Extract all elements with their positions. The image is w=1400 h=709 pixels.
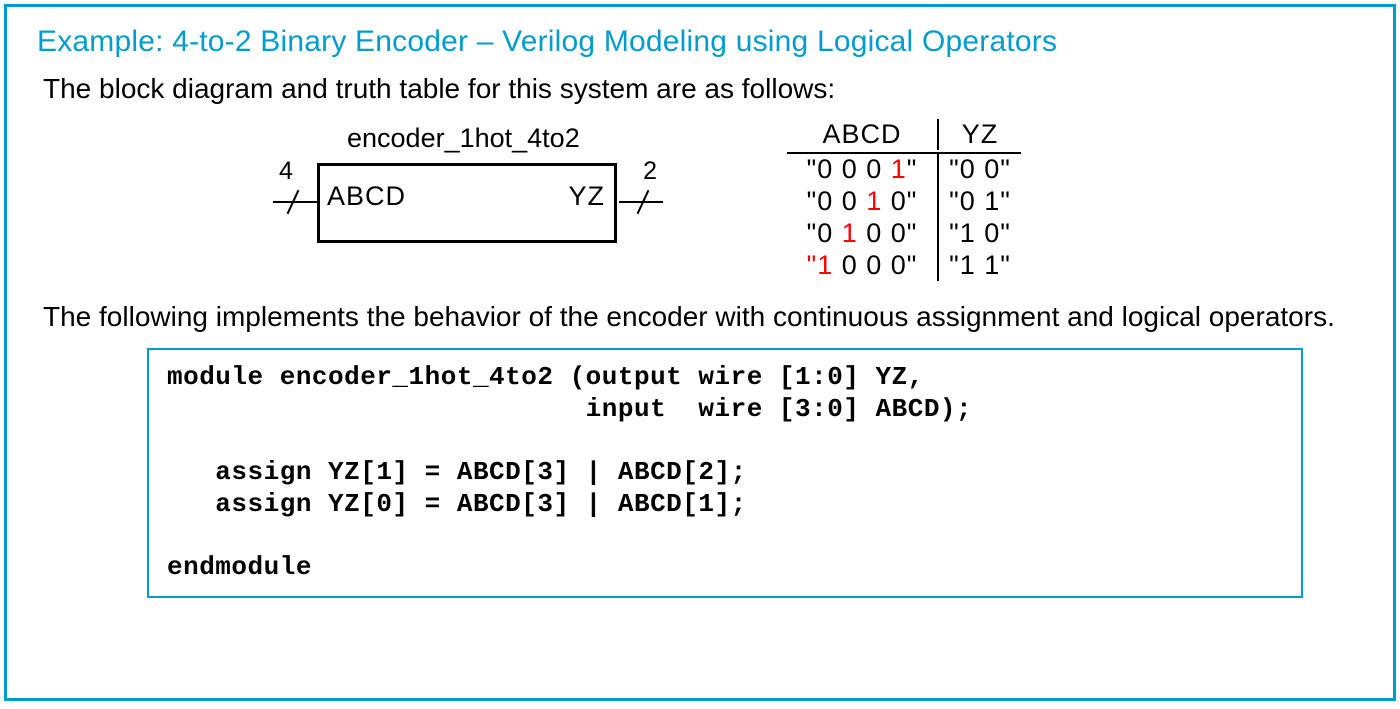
truth-out-cell: "0 0" — [937, 154, 1021, 186]
truth-in-cell: "0 1 0 0" — [787, 218, 937, 250]
truth-row: "0 0 1 0" "0 1" — [787, 186, 1021, 218]
truth-in-cell: "0 0 1 0" — [787, 186, 937, 218]
truth-in-cell: "0 0 0 1" — [787, 154, 937, 186]
bus-width-left: 4 — [279, 157, 293, 186]
lead-text: The block diagram and truth table for th… — [43, 73, 1363, 105]
truth-row: "0 0 0 1" "0 0" — [787, 154, 1021, 186]
explain-text: The following implements the behavior of… — [43, 299, 1363, 334]
truth-out-cell: "1 1" — [937, 250, 1021, 282]
truth-row: "1 0 0 0" "1 1" — [787, 250, 1021, 282]
verilog-code-block: module encoder_1hot_4to2 (output wire [1… — [147, 348, 1303, 598]
diagram-and-truth-row: encoder_1hot_4to2 ABCD YZ 4 2 ABCD YZ "0… — [37, 119, 1363, 283]
block-diagram: encoder_1hot_4to2 ABCD YZ 4 2 — [247, 123, 687, 283]
hot-bit: 1 — [842, 218, 858, 248]
bus-width-right: 2 — [643, 157, 657, 186]
port-left-label: ABCD — [327, 181, 406, 212]
hot-bit: 1 — [817, 250, 833, 280]
example-frame: Example: 4-to-2 Binary Encoder – Verilog… — [4, 4, 1396, 701]
example-title: Example: 4-to-2 Binary Encoder – Verilog… — [37, 25, 1363, 59]
truth-header-out: YZ — [937, 119, 1021, 150]
truth-in-cell: "1 0 0 0" — [787, 250, 937, 282]
truth-out-cell: "0 1" — [937, 186, 1021, 218]
truth-out-cell: "1 0" — [937, 218, 1021, 250]
truth-header-in: ABCD — [787, 119, 937, 150]
truth-row: "0 1 0 0" "1 0" — [787, 218, 1021, 250]
port-right-label: YZ — [568, 181, 605, 212]
wire-left — [273, 201, 317, 203]
module-label: encoder_1hot_4to2 — [347, 123, 580, 154]
truth-table: ABCD YZ "0 0 0 1" "0 0" "0 0 1 0" "0 1" … — [787, 119, 1021, 281]
hot-bit: 1 — [866, 186, 882, 216]
truth-header: ABCD YZ — [787, 119, 1021, 154]
hot-bit: 1 — [891, 154, 907, 184]
